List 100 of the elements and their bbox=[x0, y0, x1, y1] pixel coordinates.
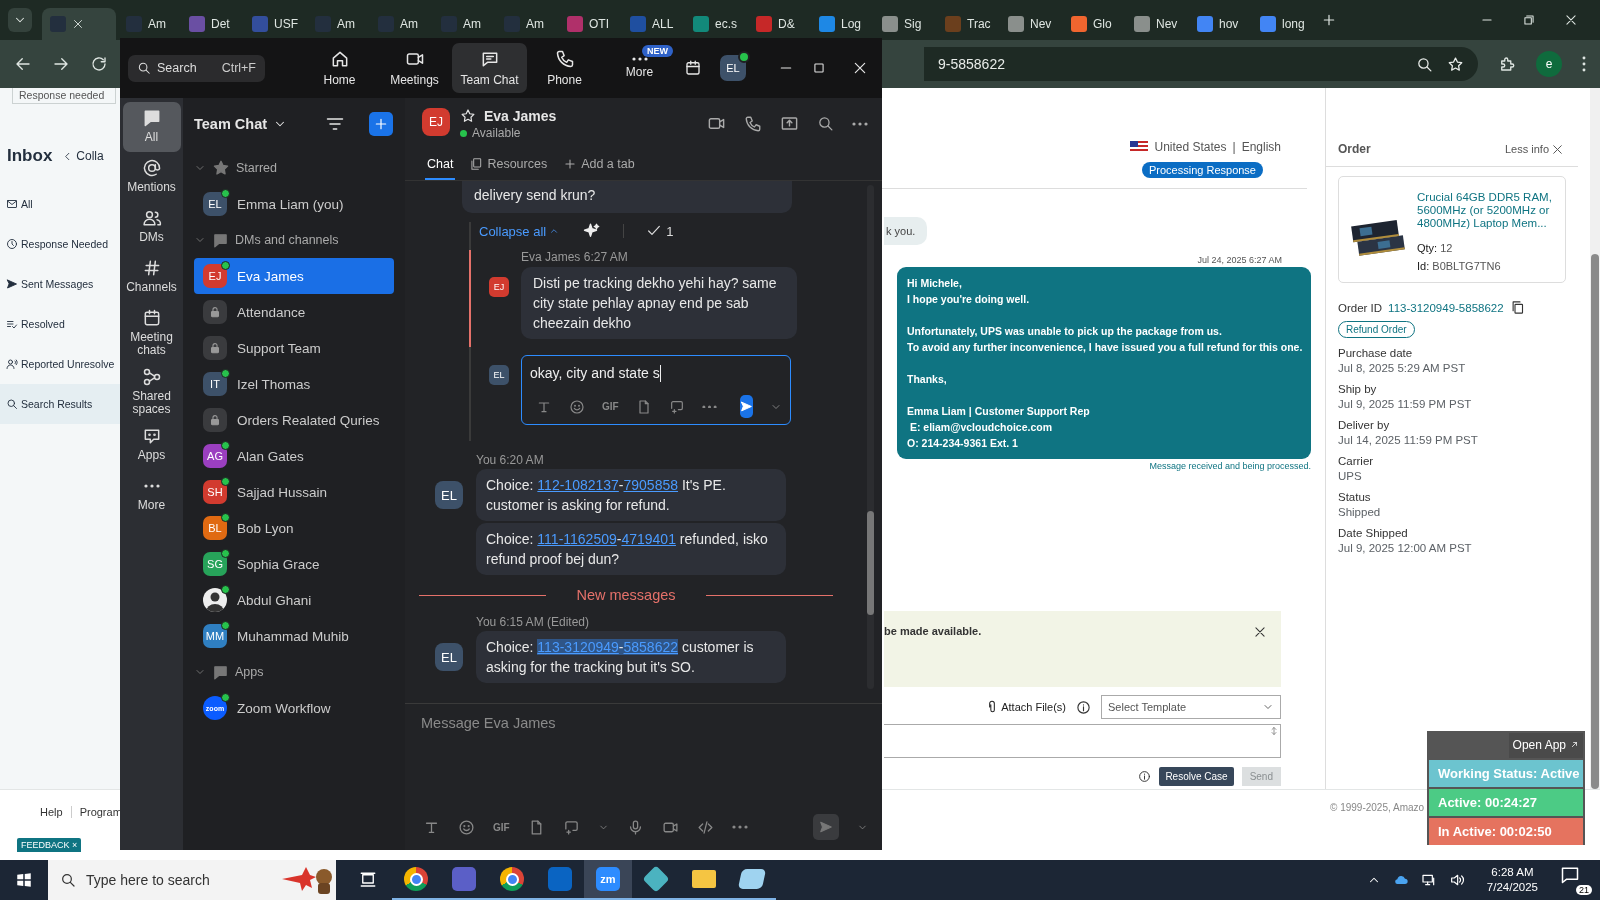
rail-item[interactable]: Channels bbox=[122, 252, 181, 302]
chat-tab[interactable]: Add a tab bbox=[561, 150, 637, 180]
close-icon[interactable] bbox=[1253, 625, 1267, 639]
emoji-icon[interactable] bbox=[458, 818, 475, 836]
chat-tab[interactable]: Resources bbox=[467, 150, 550, 180]
rail-item[interactable]: Apps bbox=[122, 420, 181, 470]
nav-tab[interactable]: Phone bbox=[527, 43, 602, 93]
rail-item[interactable]: More bbox=[122, 470, 181, 520]
browser-tab[interactable]: ec.s bbox=[685, 8, 746, 40]
browser-tab[interactable]: Log bbox=[811, 8, 872, 40]
browser-tab[interactable]: hov bbox=[1189, 8, 1250, 40]
gif-button[interactable]: GIF bbox=[602, 401, 619, 412]
emoji-icon[interactable] bbox=[569, 398, 585, 415]
screenshot-icon[interactable] bbox=[668, 398, 685, 415]
browser-tab[interactable]: Am bbox=[496, 8, 557, 40]
folder-item[interactable]: Search Results bbox=[0, 384, 120, 424]
browser-tab[interactable]: Det bbox=[181, 8, 242, 40]
browser-tab[interactable]: D& bbox=[748, 8, 809, 40]
nav-tab[interactable]: Meetings bbox=[377, 43, 452, 93]
new-chat-button[interactable] bbox=[369, 112, 393, 136]
browser-tab[interactable]: Am bbox=[118, 8, 179, 40]
chat-list-item[interactable]: Support Team bbox=[194, 330, 394, 366]
order-link[interactable]: 111-1162509 bbox=[537, 531, 617, 547]
close-icon[interactable] bbox=[852, 60, 868, 76]
product-link[interactable]: Crucial 64GB DDR5 RAM, 5600MHz (or 5200MHz or 4800MHz) Laptop Mem... bbox=[1417, 191, 1557, 230]
puzzle-icon[interactable] bbox=[1498, 55, 1516, 73]
section-header[interactable]: Starred bbox=[194, 150, 405, 186]
nav-tab[interactable]: NEW More bbox=[602, 43, 677, 93]
feedback-tab[interactable]: FEEDBACK × bbox=[17, 838, 82, 852]
browser-tab[interactable]: Sig bbox=[874, 8, 935, 40]
reload-icon[interactable] bbox=[90, 55, 108, 73]
close-icon[interactable] bbox=[1564, 13, 1578, 27]
chat-list-item[interactable]: SG Sophia Grace bbox=[194, 546, 394, 582]
phone-icon[interactable] bbox=[744, 114, 762, 133]
rail-item[interactable]: Meeting chats bbox=[122, 302, 181, 361]
collapse-all-button[interactable]: Collapse all bbox=[479, 223, 560, 239]
nav-tab[interactable]: Team Chat bbox=[452, 43, 527, 93]
check-count[interactable]: 1 bbox=[646, 223, 674, 239]
response-needed-card[interactable]: Response needed bbox=[12, 88, 116, 104]
more-icon[interactable] bbox=[701, 404, 717, 409]
footer-link[interactable]: Help bbox=[40, 806, 63, 818]
taskbar-search-field[interactable]: Type here to search bbox=[48, 860, 336, 900]
rail-item[interactable]: DMs bbox=[122, 202, 181, 252]
folder-item[interactable]: All bbox=[0, 184, 120, 224]
browser-tab[interactable]: Am bbox=[307, 8, 368, 40]
rail-item[interactable]: All bbox=[122, 102, 181, 152]
collapse-link[interactable]: Colla bbox=[62, 149, 104, 163]
chat-list-item[interactable]: BL Bob Lyon bbox=[194, 510, 394, 546]
folder-item[interactable]: Reported Unresolve bbox=[0, 344, 120, 384]
copy-icon[interactable] bbox=[1509, 300, 1525, 315]
restore-icon[interactable] bbox=[1522, 13, 1536, 27]
volume-icon[interactable] bbox=[1448, 872, 1465, 888]
reply-input-field[interactable]: okay, city and state s GIF bbox=[521, 355, 791, 425]
new-tab-icon[interactable] bbox=[1321, 12, 1337, 28]
chat-list-item[interactable]: Orders Realated Quries bbox=[194, 402, 394, 438]
browser-tab[interactable]: Nev bbox=[1000, 8, 1061, 40]
tab-search-button[interactable] bbox=[8, 8, 32, 32]
chat-list-item[interactable]: AG Alan Gates bbox=[194, 438, 394, 474]
attach-link[interactable]: Attach File(s) bbox=[985, 700, 1066, 714]
rail-item[interactable]: Mentions bbox=[122, 152, 181, 202]
section-header[interactable]: DMs and channels bbox=[194, 222, 405, 258]
code-icon[interactable] bbox=[696, 818, 714, 836]
chat-list-item[interactable]: EJ Eva James bbox=[194, 258, 394, 294]
star-icon[interactable] bbox=[1447, 55, 1464, 73]
folder-item[interactable]: Sent Messages bbox=[0, 264, 120, 304]
chat-list-item[interactable]: SH Sajjad Hussain bbox=[194, 474, 394, 510]
resolve-case-button[interactable]: Resolve Case bbox=[1159, 767, 1234, 786]
forward-icon[interactable] bbox=[52, 55, 70, 73]
scrollbar-thumb[interactable] bbox=[1591, 254, 1599, 789]
open-app-button[interactable]: Open App bbox=[1508, 733, 1583, 758]
browser-tab[interactable]: OTI bbox=[559, 8, 620, 40]
browser-tab[interactable]: USF bbox=[244, 8, 305, 40]
section-header[interactable]: Apps bbox=[194, 654, 405, 690]
send-button[interactable] bbox=[739, 395, 753, 418]
search-button[interactable]: Search Ctrl+F bbox=[128, 54, 265, 82]
sparkle-icon[interactable] bbox=[583, 222, 602, 240]
refund-order-button[interactable]: Refund Order bbox=[1338, 321, 1415, 338]
chat-list-item[interactable]: IT Izel Thomas bbox=[194, 366, 394, 402]
task-view-icon[interactable] bbox=[359, 871, 377, 889]
language-label[interactable]: English bbox=[1241, 140, 1281, 154]
browser-tab[interactable]: ALL bbox=[622, 8, 683, 40]
clock[interactable]: 6:28 AM 7/24/2025 bbox=[1486, 865, 1538, 895]
close-icon[interactable] bbox=[72, 18, 84, 30]
search-icon[interactable] bbox=[817, 115, 834, 132]
browser-tab[interactable]: Trac bbox=[937, 8, 998, 40]
more-icon[interactable] bbox=[852, 121, 868, 126]
gif-button[interactable]: GIF bbox=[493, 821, 510, 833]
rail-item[interactable]: Shared spaces bbox=[122, 361, 181, 420]
windows-logo-icon[interactable] bbox=[15, 871, 33, 889]
nav-tab[interactable]: Home bbox=[302, 43, 377, 93]
browser-tab[interactable]: long bbox=[1252, 8, 1313, 40]
order-id-link[interactable]: 113-3120949-5858622 bbox=[1388, 301, 1504, 314]
browser-tab[interactable]: Am bbox=[433, 8, 494, 40]
message-input-field[interactable]: Message Eva James GIF bbox=[405, 703, 882, 850]
browser-tab[interactable]: Am bbox=[370, 8, 431, 40]
network-icon[interactable] bbox=[1420, 872, 1437, 888]
country-label[interactable]: United States bbox=[1154, 140, 1227, 154]
order-link[interactable]: 7905858 bbox=[623, 477, 679, 493]
browser-tab[interactable]: Nev bbox=[1126, 8, 1187, 40]
maximize-icon[interactable] bbox=[812, 61, 826, 75]
